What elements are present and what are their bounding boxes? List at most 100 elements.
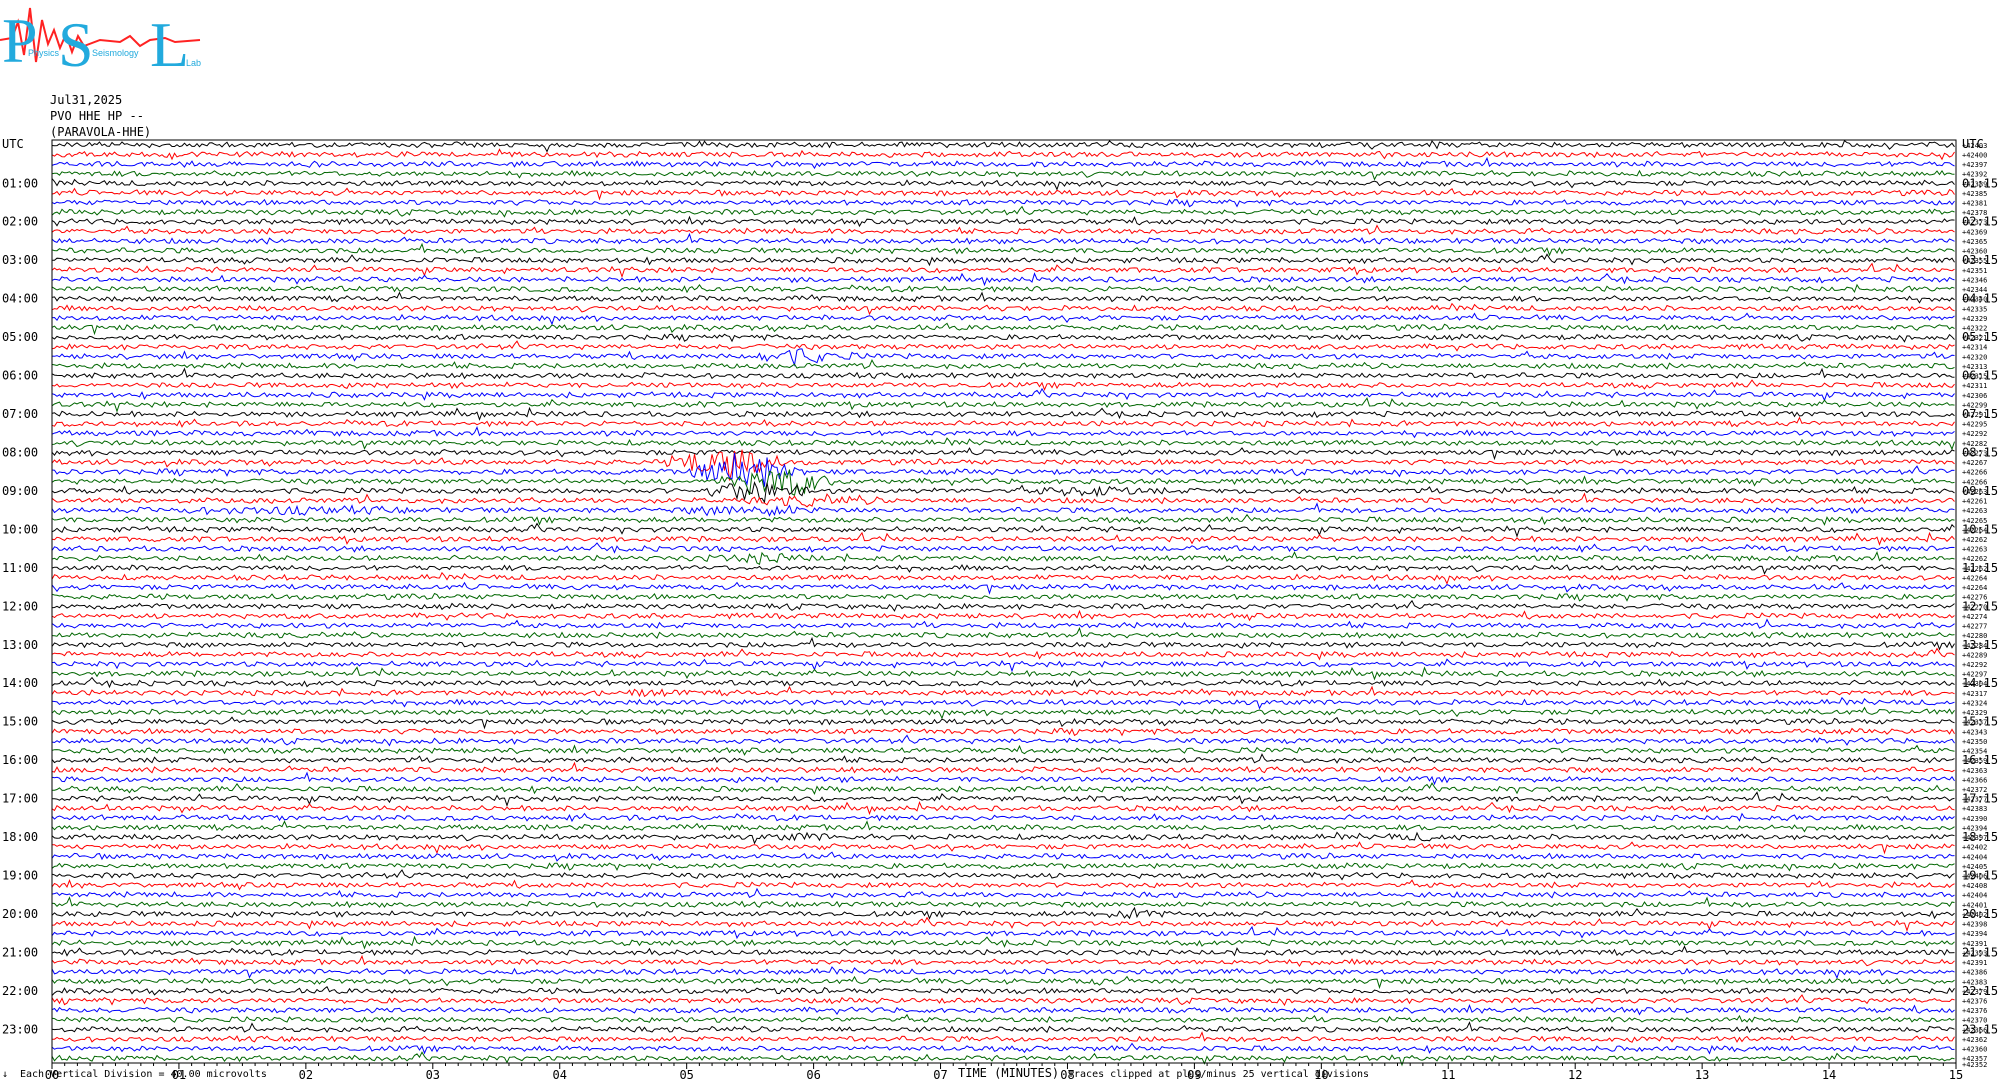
left-hour-label: 07:00 [2,407,38,421]
right-value-label: +42292 [1962,430,1987,438]
right-value-label: +42262 [1962,555,1987,563]
trace-line [51,449,1955,481]
right-value-label: +42401 [1962,901,1987,909]
trace-line [51,232,1955,245]
right-value-label: +42346 [1962,276,1987,284]
trace-line [52,782,1955,796]
left-hour-label: 11:00 [2,561,38,575]
right-value-label: +42297 [1962,671,1987,679]
right-value-label: +42373 [1962,219,1987,227]
trace-line [51,302,1955,316]
right-value-label: +42266 [1962,478,1987,486]
trace-line [51,563,1955,575]
trace-line [51,358,1955,370]
trace-line [51,416,1955,428]
right-value-label: +42390 [1962,815,1987,823]
right-value-label: +42320 [1962,353,1987,361]
right-value-label: +42337 [1962,719,1987,727]
trace-line [51,502,1955,517]
right-value-label: +42377 [1962,796,1987,804]
right-value-label: +42292 [1962,661,1987,669]
trace-line [51,198,1955,208]
trace-line [51,397,1955,413]
right-value-label: +42360 [1962,248,1987,256]
right-value-label: +42351 [1962,267,1987,275]
right-value-label: +42372 [1962,786,1987,794]
right-value-label: +42354 [1962,748,1987,756]
right-value-label: +42383 [1962,805,1987,813]
trace-line [51,513,1955,526]
right-value-label: +42340 [1962,296,1987,304]
left-hour-labels: UTC 01:00 02:00 03:00 04:00 05:00 06:00 07:00 0… [2,137,38,1036]
x-tick-label: 04 [553,1068,567,1080]
right-value-label: +42335 [1962,305,1987,313]
right-value-label: +42273 [1962,449,1987,457]
trace-line [51,820,1955,833]
trace-line [51,636,1955,651]
right-value-label: +42262 [1962,565,1987,573]
trace-line [51,367,1955,380]
trace-line [51,581,1955,595]
right-value-label: +42391 [1962,959,1987,967]
trace-line [51,831,1955,845]
trace-line [51,727,1955,737]
trace-line [51,966,1955,980]
trace-line [51,156,1955,170]
left-hour-label: 19:00 [2,869,38,883]
trace-line [51,986,1955,996]
trace-line [52,253,1955,267]
right-value-label: +42352 [1962,1061,1987,1069]
right-value-label: +42400 [1962,151,1987,159]
right-value-label: +42264 [1962,574,1987,582]
right-value-label: +42381 [1962,199,1987,207]
left-hour-label: 15:00 [2,715,38,729]
trace-line [51,753,1955,764]
trace-line [51,791,1955,807]
right-value-label: +42366 [1962,776,1987,784]
left-hour-label: 18:00 [2,830,38,844]
left-hour-label: 09:00 [2,484,38,498]
x-tick-label: 03 [426,1068,440,1080]
trace-line [51,706,1955,720]
right-value-label: +42322 [1962,324,1987,332]
left-hour-label: 23:00 [2,1022,38,1036]
trace-line [51,551,1955,566]
trace-line [51,272,1955,287]
right-value-label: +42393 [1962,949,1987,957]
trace-line [51,696,1955,710]
left-hour-label: 10:00 [2,522,38,536]
trace-line [51,618,1955,630]
right-value-label: +42363 [1962,767,1987,775]
left-hour-label: 12:00 [2,599,38,613]
right-value-label: +42385 [1962,190,1987,198]
right-value-label: +42315 [1962,373,1987,381]
right-value-label: +42267 [1962,459,1987,467]
right-value-label: +42295 [1962,421,1987,429]
right-value-label: +42397 [1962,161,1987,169]
trace-line [51,437,1955,451]
trace-line [51,925,1955,940]
right-value-label: +42264 [1962,526,1987,534]
trace-line [51,205,1955,218]
trace-line [51,322,1955,336]
right-value-label: +42398 [1962,921,1987,929]
right-value-label: +42329 [1962,709,1987,717]
trace-line [51,975,1955,990]
right-value-label: +42306 [1962,392,1987,400]
right-value-label: +42389 [1962,180,1987,188]
left-hour-label: 04:00 [2,292,38,306]
x-tick-label: 13 [1695,1068,1709,1080]
right-value-label: +42263 [1962,546,1987,554]
right-value-label: +42304 [1962,680,1987,688]
right-value-label: +42262 [1962,536,1987,544]
trace-line [51,492,1955,508]
right-value-label: +42291 [1962,411,1987,419]
trace-line [51,379,1955,392]
right-value-label: +42378 [1962,209,1987,217]
trace-line [51,945,1955,957]
right-value-label: +42282 [1962,440,1987,448]
right-value-label: +42329 [1962,315,1987,323]
trace-line [51,139,1955,153]
trace-line [51,716,1955,730]
trace-line [51,869,1955,881]
